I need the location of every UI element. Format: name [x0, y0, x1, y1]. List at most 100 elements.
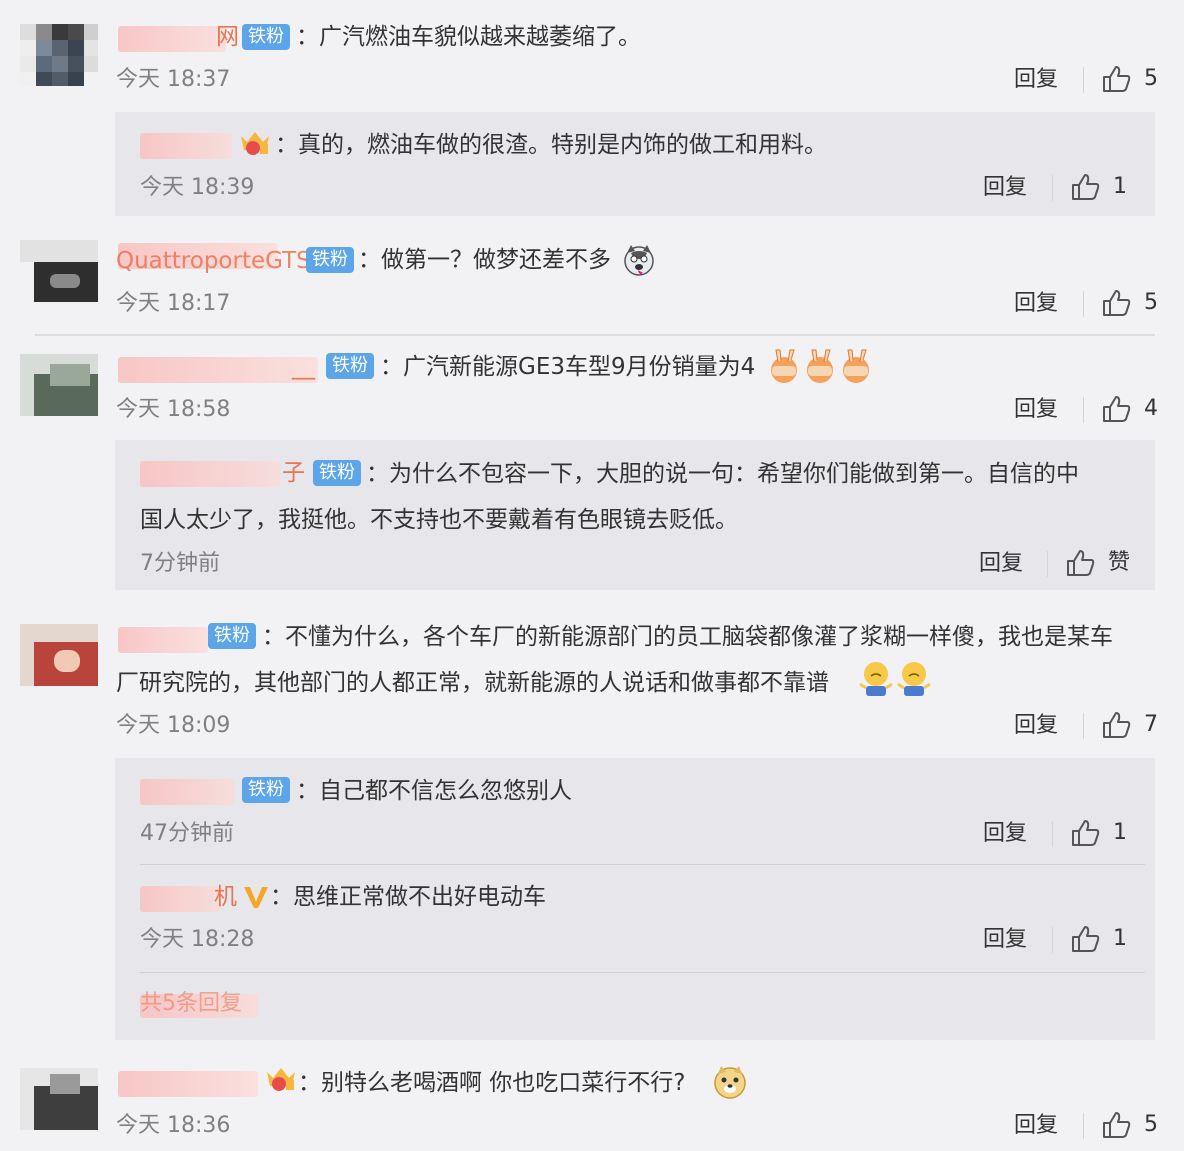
- thumbs-up-icon: [1072, 926, 1100, 952]
- fan-badge[interactable]: 铁粉: [306, 247, 354, 273]
- comment-feed: 网 铁粉 ：广汽燃油车貌似越来越萎缩了。 今天 18:37 回复 5 ：真的，燃…: [0, 0, 1184, 1151]
- shrug-emoji-icon: [859, 662, 931, 696]
- username[interactable]: 子: [282, 458, 305, 488]
- like-button[interactable]: 7: [1102, 710, 1162, 740]
- avatar[interactable]: [20, 240, 98, 302]
- username[interactable]: __: [292, 352, 315, 382]
- reply-button[interactable]: 回复: [983, 174, 1027, 202]
- comment-text: ：别特么老喝酒啊 你也吃口菜行不行?: [298, 1070, 686, 1096]
- avatar[interactable]: [20, 1068, 98, 1130]
- like-button[interactable]: 1: [1071, 172, 1131, 202]
- comment-time: 今天 18:09: [116, 713, 231, 738]
- thumbs-up-icon: [1103, 66, 1131, 92]
- reply-button[interactable]: 回复: [1014, 712, 1058, 740]
- thumbs-up-icon: [1103, 290, 1131, 316]
- crown-icon: [267, 1068, 295, 1091]
- username-redacted[interactable]: [140, 779, 234, 805]
- thumbs-up-icon: [1103, 1112, 1131, 1138]
- thumbs-up-icon: [1072, 820, 1100, 846]
- avatar[interactable]: [20, 624, 98, 686]
- fan-badge[interactable]: 铁粉: [242, 24, 290, 50]
- comment-time: 今天 18:58: [116, 397, 231, 422]
- husky-emoji-icon: [624, 245, 654, 276]
- comment-text-continued: 厂研究院的，其他部门的人都正常，就新能源的人说话和做事都不靠谱: [116, 670, 829, 696]
- comment-text: ：广汽新能源GE3车型9月份销量为4: [380, 354, 756, 380]
- comment-time: 今天 18:17: [116, 291, 231, 316]
- comment-text: ：不懂为什么，各个车厂的新能源部门的员工脑袋都像灌了浆糊一样傻，我也是某车: [262, 624, 1113, 650]
- more-replies-link[interactable]: 共5条回复: [140, 990, 242, 1018]
- comment-time: 今天 18:36: [116, 1113, 231, 1138]
- reply-button[interactable]: 回复: [1014, 396, 1058, 424]
- action-divider: [1047, 551, 1048, 577]
- reply-button[interactable]: 回复: [983, 820, 1027, 848]
- reply-divider: [140, 972, 1145, 973]
- username-redacted[interactable]: [140, 461, 280, 487]
- action-divider: [1083, 1113, 1084, 1139]
- reply-button[interactable]: 回复: [979, 550, 1023, 578]
- verified-v-icon: [244, 887, 268, 908]
- like-count: 赞: [1108, 550, 1131, 575]
- action-divider: [1052, 175, 1053, 201]
- fan-badge[interactable]: 铁粉: [313, 460, 361, 486]
- peace-sign-emoji-icon: [771, 349, 869, 383]
- reply-text-continued: 国人太少了，我挺他。不支持也不要戴着有色眼镜去贬低。: [140, 507, 738, 533]
- avatar[interactable]: [20, 354, 98, 416]
- reply-text: ：真的，燃油车做的很渣。特别是内饰的做工和用料。: [275, 132, 827, 158]
- reply-time: 47分钟前: [140, 821, 234, 846]
- comment-divider: [35, 334, 1155, 336]
- username[interactable]: 机: [214, 882, 237, 912]
- reply-text: ：自己都不信怎么忽悠别人: [296, 778, 572, 804]
- action-divider: [1052, 821, 1053, 847]
- like-button[interactable]: 5: [1102, 288, 1162, 318]
- avatar[interactable]: [20, 24, 98, 86]
- username-redacted[interactable]: [140, 886, 220, 912]
- comment-text: ：广汽燃油车貌似越来越萎缩了。: [296, 24, 641, 50]
- action-divider: [1083, 291, 1084, 317]
- reply-text: ：为什么不包容一下，大胆的说一句：希望你们能做到第一。自信的中: [366, 461, 1079, 487]
- like-count: 4: [1144, 396, 1158, 421]
- like-count: 1: [1113, 926, 1127, 951]
- like-button[interactable]: 5: [1102, 1110, 1162, 1140]
- like-count: 1: [1113, 820, 1127, 845]
- reply-text: ：思维正常做不出好电动车: [270, 884, 546, 910]
- like-button[interactable]: 5: [1102, 64, 1162, 94]
- username-redacted[interactable]: [140, 133, 232, 159]
- reply-time: 7分钟前: [140, 551, 220, 576]
- action-divider: [1083, 713, 1084, 739]
- like-button[interactable]: 1: [1071, 924, 1131, 954]
- reply-button[interactable]: 回复: [983, 926, 1027, 954]
- reply-button[interactable]: 回复: [1014, 66, 1058, 94]
- username[interactable]: QuattroporteGTS: [116, 246, 311, 276]
- like-count: 5: [1144, 1112, 1158, 1137]
- fan-badge[interactable]: 铁粉: [242, 777, 290, 803]
- username-redacted[interactable]: [118, 627, 208, 653]
- action-divider: [1083, 397, 1084, 423]
- reply-divider: [140, 864, 1145, 865]
- like-count: 7: [1144, 712, 1158, 737]
- thumbs-up-icon: [1103, 396, 1131, 422]
- action-divider: [1052, 927, 1053, 953]
- like-button[interactable]: 赞: [1066, 548, 1138, 578]
- thumbs-up-icon: [1072, 174, 1100, 200]
- username-redacted[interactable]: [118, 1071, 258, 1097]
- action-divider: [1083, 67, 1084, 93]
- username[interactable]: 网: [216, 22, 239, 52]
- like-button[interactable]: 1: [1071, 818, 1131, 848]
- crown-icon: [241, 132, 269, 155]
- reply-button[interactable]: 回复: [1014, 1112, 1058, 1140]
- reply-time: 今天 18:28: [140, 927, 255, 952]
- like-button[interactable]: 4: [1102, 394, 1162, 424]
- reply-button[interactable]: 回复: [1014, 290, 1058, 318]
- reply-time: 今天 18:39: [140, 175, 255, 200]
- username-redacted[interactable]: [118, 26, 226, 52]
- like-count: 1: [1113, 174, 1127, 199]
- comment-time: 今天 18:37: [116, 67, 231, 92]
- comment-text: ：做第一？做梦还差不多: [358, 247, 611, 273]
- fan-badge[interactable]: 铁粉: [326, 353, 374, 379]
- like-count: 5: [1144, 66, 1158, 91]
- like-count: 5: [1144, 290, 1158, 315]
- thumbs-up-icon: [1067, 550, 1095, 576]
- username-redacted[interactable]: [118, 357, 318, 383]
- doge-emoji-icon: [714, 1066, 746, 1099]
- fan-badge[interactable]: 铁粉: [208, 623, 256, 649]
